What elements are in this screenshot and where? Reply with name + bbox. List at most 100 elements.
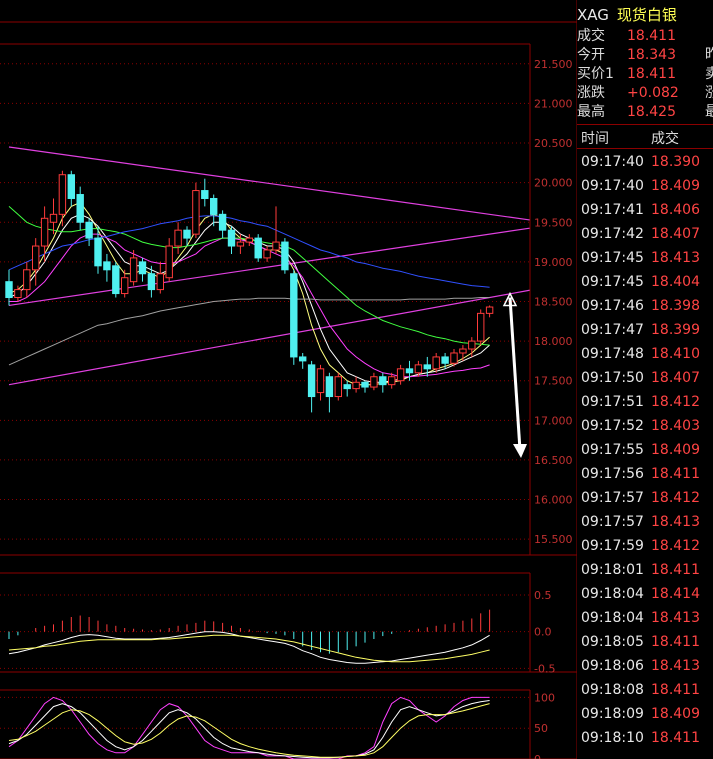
tick-row[interactable]: 09:18:05 18.411 bbox=[577, 630, 713, 654]
candle-body bbox=[103, 261, 111, 271]
candle-42 bbox=[379, 372, 387, 393]
tick-row[interactable]: 09:17:56 18.411 bbox=[577, 462, 713, 486]
candle-0 bbox=[5, 269, 13, 306]
tick-price: 18.411 bbox=[651, 466, 700, 482]
candle-24 bbox=[218, 210, 227, 239]
tick-time: 09:18:08 bbox=[581, 682, 644, 698]
tick-time: 09:17:41 bbox=[581, 202, 644, 218]
tick-row[interactable]: 09:17:41 18.406 bbox=[577, 198, 713, 222]
candle-18 bbox=[165, 238, 173, 282]
candle-body bbox=[325, 376, 334, 398]
tick-price: 18.403 bbox=[651, 418, 700, 434]
tick-row[interactable]: 09:18:01 18.411 bbox=[577, 558, 713, 582]
candle-body bbox=[477, 312, 485, 342]
candle-19 bbox=[174, 222, 182, 254]
tick-price: 18.399 bbox=[651, 322, 700, 338]
tick-row[interactable]: 09:17:42 18.407 bbox=[577, 222, 713, 246]
candle-32 bbox=[290, 269, 298, 365]
tick-price: 18.414 bbox=[651, 586, 700, 602]
y-tick-label-0-12: 15.500 bbox=[534, 533, 573, 546]
candle-body bbox=[174, 229, 182, 247]
candle-53 bbox=[477, 309, 485, 346]
candle-body bbox=[485, 306, 494, 314]
tick-row[interactable]: 09:17:45 18.404 bbox=[577, 270, 713, 294]
candle-33 bbox=[299, 352, 307, 369]
tick-time: 09:18:10 bbox=[581, 730, 644, 746]
candle-34 bbox=[307, 360, 316, 413]
candle-body bbox=[405, 368, 414, 374]
tick-row[interactable]: 09:17:55 18.409 bbox=[577, 438, 713, 462]
y-tick-label-0-8: 17.500 bbox=[534, 375, 573, 388]
candle-body bbox=[263, 249, 271, 259]
quote-label: 最高 bbox=[577, 104, 605, 120]
y-tick-label-1-1: 0.0 bbox=[534, 626, 552, 639]
y-tick-label-0-2: 20.500 bbox=[534, 137, 573, 150]
tick-time: 09:17:55 bbox=[581, 442, 644, 458]
tick-row[interactable]: 09:17:40 18.409 bbox=[577, 174, 713, 198]
candle-body bbox=[423, 364, 432, 370]
tick-row[interactable]: 09:17:47 18.399 bbox=[577, 318, 713, 342]
tick-price: 18.412 bbox=[651, 394, 700, 410]
tick-row[interactable]: 09:17:45 18.413 bbox=[577, 246, 713, 270]
quote-extra-label: 涨 bbox=[705, 85, 713, 101]
candle-body bbox=[192, 190, 200, 235]
candle-body bbox=[299, 356, 307, 362]
candle-body bbox=[112, 265, 120, 295]
candle-26 bbox=[236, 234, 245, 254]
tick-row[interactable]: 09:18:04 18.414 bbox=[577, 582, 713, 606]
tick-time: 09:18:06 bbox=[581, 658, 644, 674]
tick-row[interactable]: 09:17:48 18.410 bbox=[577, 342, 713, 366]
tick-row[interactable]: 09:17:57 18.413 bbox=[577, 510, 713, 534]
tick-row[interactable]: 09:18:08 18.411 bbox=[577, 678, 713, 702]
tick-price: 18.407 bbox=[651, 370, 700, 386]
candle-body bbox=[281, 241, 289, 271]
candle-body bbox=[334, 376, 343, 398]
candle-49 bbox=[441, 352, 449, 369]
quote-row: 买价1 18.411 卖 bbox=[577, 65, 713, 84]
tick-row[interactable]: 09:18:10 18.411 bbox=[577, 726, 713, 750]
candle-11 bbox=[103, 253, 111, 282]
tick-time: 09:18:09 bbox=[581, 706, 644, 722]
candle-body bbox=[459, 348, 467, 354]
y-tick-label-2-0: 100 bbox=[534, 691, 555, 704]
candle-22 bbox=[201, 178, 209, 207]
tick-time: 09:18:05 bbox=[581, 634, 644, 650]
candle-36 bbox=[325, 372, 334, 413]
candle-9 bbox=[85, 218, 93, 247]
candle-7 bbox=[67, 170, 75, 207]
candle-28 bbox=[254, 234, 262, 262]
tick-row[interactable]: 09:17:57 18.412 bbox=[577, 486, 713, 510]
tick-row[interactable]: 09:18:04 18.413 bbox=[577, 606, 713, 630]
candle-38 bbox=[343, 380, 351, 397]
quote-row: 涨跌 +0.082 涨 bbox=[577, 84, 713, 103]
candle-4 bbox=[40, 206, 49, 262]
tick-row[interactable]: 09:18:09 18.409 bbox=[577, 702, 713, 726]
tick-row[interactable]: 09:17:40 18.390 bbox=[577, 150, 713, 174]
candle-body bbox=[379, 376, 387, 386]
y-tick-label-0-10: 16.500 bbox=[534, 454, 573, 467]
ticks-time-header: 时间 bbox=[581, 131, 609, 147]
candle-44 bbox=[396, 364, 405, 385]
tick-row[interactable]: 09:17:50 18.407 bbox=[577, 366, 713, 390]
quote-value: 18.411 bbox=[627, 66, 676, 82]
tick-time: 09:17:45 bbox=[581, 274, 644, 290]
tick-row[interactable]: 09:17:51 18.412 bbox=[577, 390, 713, 414]
candle-body bbox=[201, 190, 209, 199]
indicator-line-2-2 bbox=[8, 703, 490, 758]
y-tick-label-0-11: 16.000 bbox=[534, 494, 573, 507]
candle-6 bbox=[58, 170, 67, 227]
tick-row[interactable]: 09:17:59 18.412 bbox=[577, 534, 713, 558]
tick-row[interactable]: 09:18:06 18.413 bbox=[577, 654, 713, 678]
tick-time: 09:17:50 bbox=[581, 370, 644, 386]
quote-value: 18.343 bbox=[627, 47, 676, 63]
candle-body bbox=[441, 356, 449, 364]
quote-row: 成交 18.411 bbox=[577, 27, 676, 46]
tick-row[interactable]: 09:17:46 18.398 bbox=[577, 294, 713, 318]
tick-price: 18.404 bbox=[651, 274, 700, 290]
candle-body bbox=[290, 273, 298, 358]
tick-row[interactable]: 09:17:52 18.403 bbox=[577, 414, 713, 438]
tick-time: 09:17:47 bbox=[581, 322, 644, 338]
trendline-2 bbox=[8, 289, 530, 386]
candle-body bbox=[76, 194, 84, 223]
candle-body bbox=[361, 381, 369, 388]
